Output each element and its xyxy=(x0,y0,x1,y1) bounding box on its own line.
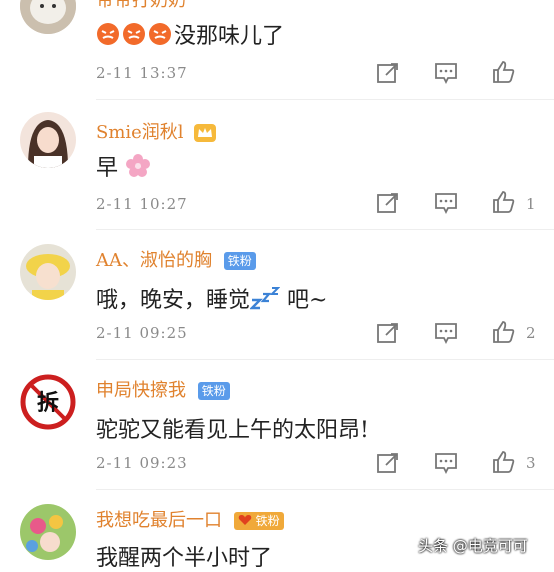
like-count: 3 xyxy=(526,454,536,472)
username[interactable]: 帝帝打奶奶 xyxy=(96,0,186,12)
comment-3: AA、淑怡的胸 铁粉 哦，晚安，睡觉 吧~ 2-11 09:25 2 xyxy=(0,230,554,360)
comment-icon[interactable] xyxy=(434,192,458,215)
crown-badge-icon xyxy=(193,123,217,143)
like-icon[interactable] xyxy=(492,60,516,83)
like-count: 1 xyxy=(526,195,536,213)
svg-text:拆: 拆 xyxy=(37,391,59,416)
comment-1: 帝帝打奶奶 没那味儿了 2-11 13:37 xyxy=(0,0,554,100)
fan-badge: 铁粉 xyxy=(233,512,284,530)
timestamp: 2-11 10:27 xyxy=(96,195,188,213)
angry-face-icon xyxy=(96,22,174,52)
avatar[interactable] xyxy=(20,244,76,300)
comment-icon[interactable] xyxy=(434,62,458,85)
username[interactable]: 申局快擦我 铁粉 xyxy=(96,376,230,402)
comment-icon[interactable] xyxy=(434,452,458,475)
like-count: 2 xyxy=(526,324,536,342)
comment-icon[interactable] xyxy=(434,322,458,345)
comment-4: 拆 申局快擦我 铁粉 驼驼又能看见上午的太阳昂! 2-11 09:23 3 xyxy=(0,360,554,490)
comment-text: 哦，晚安，睡觉 吧~ xyxy=(96,282,327,316)
fan-badge: 铁粉 xyxy=(197,382,230,400)
share-icon[interactable] xyxy=(376,192,400,214)
comment-text: 我醒两个半小时了 xyxy=(96,546,273,571)
timestamp: 2-11 09:25 xyxy=(96,324,188,342)
fan-badge: 铁粉 xyxy=(223,252,256,270)
username[interactable]: Smie润秋l xyxy=(96,118,217,144)
timestamp: 2-11 13:37 xyxy=(96,64,188,82)
flower-icon xyxy=(125,153,151,185)
avatar[interactable] xyxy=(20,112,76,168)
like-icon[interactable] xyxy=(492,320,516,343)
comment-text: 早 xyxy=(96,150,151,185)
sleep-zzz-icon xyxy=(249,286,281,316)
comment-text: 驼驼又能看见上午的太阳昂! xyxy=(96,418,369,443)
username[interactable]: 我想吃最后一口 铁粉 xyxy=(96,506,284,532)
share-icon[interactable] xyxy=(376,62,400,84)
avatar[interactable] xyxy=(20,0,76,34)
share-icon[interactable] xyxy=(376,452,400,474)
avatar[interactable]: 拆 xyxy=(20,374,76,430)
like-icon[interactable] xyxy=(492,190,516,213)
comment-2: Smie润秋l 早 2-11 10:27 1 xyxy=(0,100,554,230)
username[interactable]: AA、淑怡的胸 铁粉 xyxy=(96,246,256,272)
avatar[interactable] xyxy=(20,504,76,560)
comment-text: 没那味儿了 xyxy=(96,18,284,52)
timestamp: 2-11 09:23 xyxy=(96,454,188,472)
like-icon[interactable] xyxy=(492,450,516,473)
share-icon[interactable] xyxy=(376,322,400,344)
watermark: 头条 @电竞可可 xyxy=(418,537,528,555)
